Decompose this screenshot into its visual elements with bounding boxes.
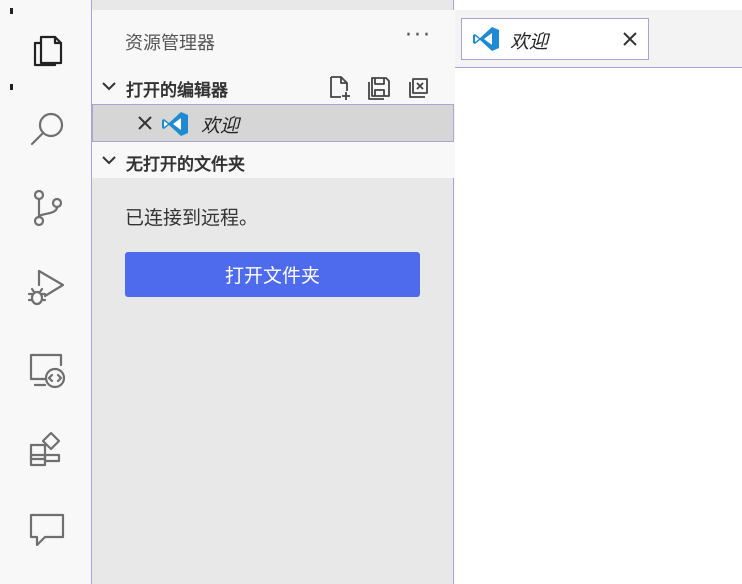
section-no-folder[interactable]: 无打开的文件夹 bbox=[92, 142, 454, 178]
close-icon[interactable] bbox=[620, 29, 640, 49]
vscode-logo-icon bbox=[472, 25, 500, 57]
sidebar-header: 资源管理器 ··· bbox=[92, 10, 454, 68]
section-open-editors[interactable]: 打开的编辑器 bbox=[92, 68, 454, 104]
tab-label: 欢迎 bbox=[510, 31, 549, 53]
vscode-logo-icon bbox=[161, 110, 189, 142]
search-icon[interactable] bbox=[10, 94, 84, 164]
tab-welcome[interactable]: 欢迎 bbox=[461, 18, 649, 60]
new-file-icon[interactable] bbox=[326, 74, 352, 104]
section-label: 无打开的文件夹 bbox=[126, 155, 245, 175]
close-icon[interactable] bbox=[135, 113, 155, 133]
more-actions-icon[interactable]: ··· bbox=[405, 23, 432, 48]
editor-area: 欢迎 bbox=[455, 0, 742, 584]
sidebar: 资源管理器 ··· 打开的编辑器 欢迎 无打开的文件夹 已连接到远程。 打开文件… bbox=[92, 0, 454, 584]
close-all-icon[interactable] bbox=[406, 74, 432, 104]
activity-bar bbox=[0, 0, 92, 584]
chevron-down-icon bbox=[100, 77, 118, 95]
tab-bar: 欢迎 bbox=[455, 10, 742, 68]
editor-name: 欢迎 bbox=[201, 115, 240, 137]
sidebar-title: 资源管理器 bbox=[125, 33, 215, 54]
save-all-icon[interactable] bbox=[366, 74, 392, 104]
comments-icon[interactable] bbox=[10, 494, 84, 564]
remote-connected-message: 已连接到远程。 bbox=[125, 207, 259, 229]
open-folder-button[interactable]: 打开文件夹 bbox=[125, 252, 420, 297]
explorer-icon[interactable] bbox=[10, 14, 84, 84]
open-editor-item[interactable]: 欢迎 bbox=[92, 104, 454, 142]
section-label: 打开的编辑器 bbox=[126, 81, 228, 101]
extensions-icon[interactable] bbox=[10, 414, 84, 484]
remote-explorer-icon[interactable] bbox=[10, 334, 84, 404]
run-debug-icon[interactable] bbox=[10, 252, 84, 322]
chevron-down-icon bbox=[100, 151, 118, 169]
source-control-icon[interactable] bbox=[10, 172, 84, 242]
